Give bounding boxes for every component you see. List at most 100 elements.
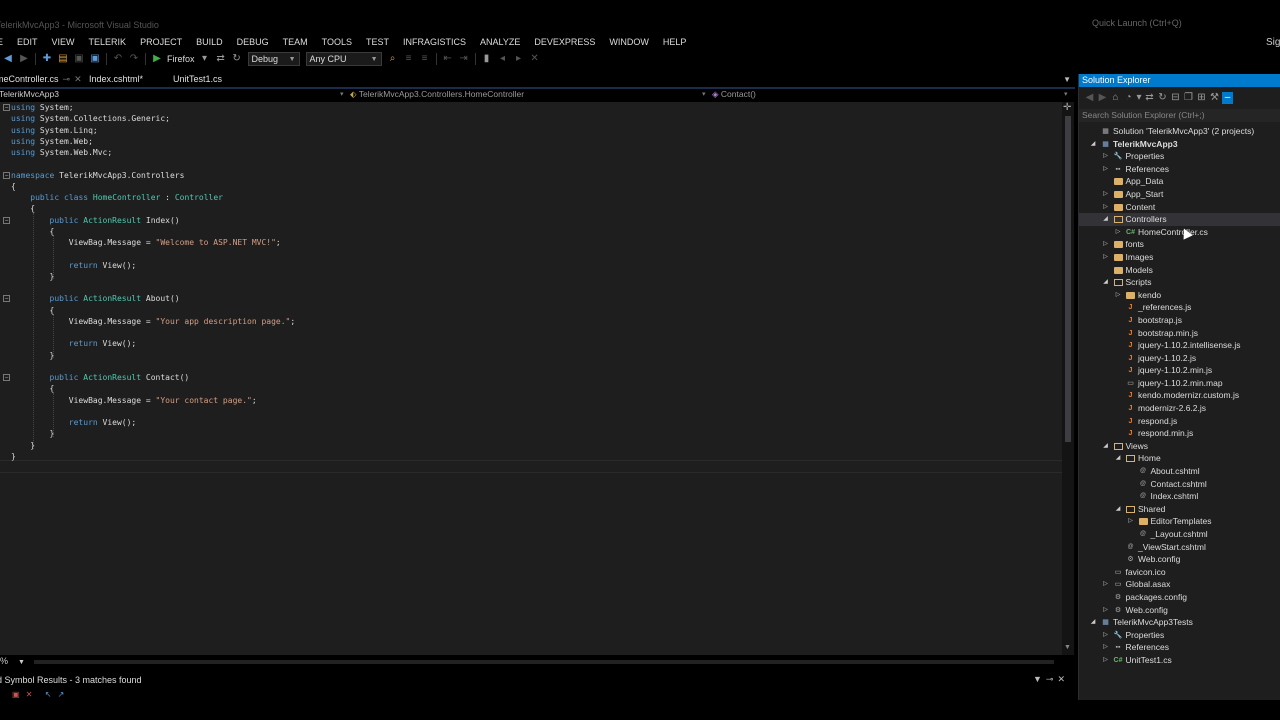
tab-index-cshtml[interactable]: Index.cshtml* bbox=[89, 74, 143, 84]
expand-arrow-icon[interactable]: ▷ bbox=[1102, 188, 1110, 201]
close-icon[interactable]: ✕ bbox=[1057, 674, 1069, 684]
tree-item[interactable]: ▷ ⚙ Web.config bbox=[1079, 604, 1280, 617]
menu-build[interactable]: BUILD bbox=[189, 37, 230, 47]
start-debugging-icon[interactable]: ▶ bbox=[151, 53, 163, 65]
tree-item[interactable]: Jmodernizr-2.6.2.js bbox=[1079, 402, 1280, 415]
code-line[interactable] bbox=[0, 158, 1062, 169]
properties-icon[interactable]: ⚒ bbox=[1209, 92, 1220, 104]
tree-item[interactable]: ▷ ▪▪ References bbox=[1079, 641, 1280, 654]
outdent-icon[interactable]: ⇤ bbox=[442, 53, 454, 65]
tree-item[interactable]: @ About.cshtml bbox=[1079, 465, 1280, 478]
home-icon[interactable]: ⌂ bbox=[1110, 92, 1121, 104]
project-dropdown[interactable]: TelerikMvcApp3 bbox=[0, 89, 59, 99]
expand-arrow-icon[interactable]: ▷ bbox=[1102, 641, 1110, 654]
tree-item[interactable]: ▷ Content bbox=[1079, 201, 1280, 214]
tree-item[interactable]: ▷ 🔧 Properties bbox=[1079, 150, 1280, 163]
tree-item[interactable]: Models bbox=[1079, 264, 1280, 277]
menu-tools[interactable]: TOOLS bbox=[315, 37, 359, 47]
code-line[interactable]: − public ActionResult Contact() bbox=[0, 372, 1062, 383]
menu-window[interactable]: WINDOW bbox=[602, 37, 656, 47]
show-all-files-icon[interactable]: ❐ bbox=[1183, 92, 1194, 104]
tree-item[interactable]: App_Data bbox=[1079, 175, 1280, 188]
tree-item[interactable]: ▷ ▭ Global.asax bbox=[1079, 578, 1280, 591]
chevron-down-icon[interactable]: ▾ bbox=[199, 53, 211, 65]
split-icon[interactable]: ✛ bbox=[1063, 102, 1071, 113]
code-line[interactable]: } bbox=[0, 440, 1062, 451]
collapse-icon[interactable]: − bbox=[3, 171, 10, 179]
menu-team[interactable]: TEAM bbox=[276, 37, 315, 47]
goto-icon[interactable]: ↖ bbox=[45, 690, 52, 699]
bookmark-icon[interactable]: ▮ bbox=[481, 53, 493, 65]
panel-controls[interactable]: ▼⊸✕ bbox=[1033, 674, 1069, 685]
tree-item[interactable]: Jrespond.min.js bbox=[1079, 427, 1280, 440]
chevron-down-icon[interactable]: ▼ bbox=[1033, 674, 1046, 684]
comment-icon[interactable]: ≡ bbox=[403, 53, 415, 65]
sync-icon[interactable]: ⇄ bbox=[1144, 92, 1155, 104]
back-icon[interactable]: ◀ bbox=[2, 53, 14, 65]
code-line[interactable]: − public ActionResult About() bbox=[0, 293, 1062, 304]
tree-item[interactable]: ▷ ▪▪ References bbox=[1079, 163, 1280, 176]
expand-arrow-icon[interactable]: ▷ bbox=[1127, 515, 1135, 528]
collapse-arrow-icon[interactable]: ◢ bbox=[1102, 276, 1110, 289]
tree-item[interactable]: ▷ C# UnitTest1.cs bbox=[1079, 654, 1280, 667]
tree-item[interactable]: Jjquery-1.10.2.js bbox=[1079, 352, 1280, 365]
next-bookmark-icon[interactable]: ▸ bbox=[513, 53, 525, 65]
code-line[interactable]: return View(); bbox=[0, 260, 1062, 271]
code-line[interactable]: } bbox=[0, 350, 1062, 361]
code-line[interactable]: } bbox=[0, 271, 1062, 282]
menu-test[interactable]: TEST bbox=[359, 37, 396, 47]
find-in-files-icon[interactable]: ⌕ bbox=[387, 53, 399, 65]
refresh-icon[interactable]: ↻ bbox=[1157, 92, 1168, 104]
code-line[interactable] bbox=[0, 248, 1062, 259]
collapse-icon[interactable]: − bbox=[3, 295, 10, 303]
save-all-icon[interactable]: ▣ bbox=[89, 53, 101, 65]
tree-item[interactable]: Jjquery-1.10.2.min.js bbox=[1079, 364, 1280, 377]
remove-icon[interactable]: ✕ bbox=[26, 690, 33, 699]
menu-view[interactable]: VIEW bbox=[45, 37, 82, 47]
expand-arrow-icon[interactable]: ▷ bbox=[1102, 150, 1110, 163]
tree-item[interactable]: ▭ jquery-1.10.2.min.map bbox=[1079, 377, 1280, 390]
code-line[interactable] bbox=[0, 406, 1062, 417]
back-icon[interactable]: ◀ bbox=[1084, 92, 1095, 104]
save-icon[interactable]: ▣ bbox=[73, 53, 85, 65]
clear-bookmarks-icon[interactable]: ✕ bbox=[529, 53, 541, 65]
expand-arrow-icon[interactable]: ▷ bbox=[1102, 654, 1110, 667]
pin-icon[interactable]: ⊸ bbox=[63, 74, 71, 84]
collapse-icon[interactable]: − bbox=[3, 374, 10, 381]
collapse-arrow-icon[interactable]: ◢ bbox=[1089, 616, 1097, 629]
code-line[interactable]: { bbox=[0, 383, 1062, 394]
tree-item[interactable]: ⚙ Web.config bbox=[1079, 553, 1280, 566]
collapse-icon[interactable]: − bbox=[3, 104, 10, 111]
chevron-down-icon[interactable]: ▾ bbox=[1136, 92, 1142, 104]
open-file-icon[interactable]: ▤ bbox=[57, 53, 69, 65]
goto-next-icon[interactable]: ↗ bbox=[58, 690, 65, 699]
code-line[interactable]: − namespace TelerikMvcApp3.Controllers bbox=[0, 170, 1062, 181]
collapse-arrow-icon[interactable]: ◢ bbox=[1102, 213, 1110, 226]
tree-item[interactable]: @ Index.cshtml bbox=[1079, 490, 1280, 503]
code-line[interactable] bbox=[0, 327, 1062, 338]
tree-item[interactable]: ◢ Home bbox=[1079, 452, 1280, 465]
member-dropdown[interactable]: ◈ Contact() bbox=[712, 89, 756, 100]
configuration-select[interactable]: Debug ▼ bbox=[247, 52, 300, 66]
undo-icon[interactable]: ↶ bbox=[112, 53, 124, 65]
collapse-arrow-icon[interactable]: ◢ bbox=[1114, 503, 1122, 516]
code-line[interactable]: − public ActionResult Index() bbox=[0, 215, 1062, 226]
tree-item[interactable]: ▷ 🔧 Properties bbox=[1079, 629, 1280, 642]
code-line[interactable]: } bbox=[0, 451, 1062, 462]
tree-item[interactable]: Jbootstrap.min.js bbox=[1079, 327, 1280, 340]
chevron-down-icon[interactable]: ▼ bbox=[1063, 75, 1071, 84]
expand-arrow-icon[interactable]: ▷ bbox=[1102, 604, 1110, 617]
solution-explorer-search-input[interactable]: Search Solution Explorer (Ctrl+;) bbox=[1079, 109, 1280, 122]
tree-item[interactable]: ◢ Controllers bbox=[1079, 213, 1280, 226]
code-text[interactable]: − using System; using System.Collections.G… bbox=[0, 102, 1062, 462]
expand-arrow-icon[interactable]: ▷ bbox=[1102, 629, 1110, 642]
menu-project[interactable]: PROJECT bbox=[133, 37, 189, 47]
expand-arrow-icon[interactable]: ▷ bbox=[1102, 201, 1110, 214]
expand-arrow-icon[interactable]: ▷ bbox=[1114, 289, 1122, 302]
expand-arrow-icon[interactable]: ▷ bbox=[1102, 578, 1110, 591]
tree-item[interactable]: ▷ Images bbox=[1079, 251, 1280, 264]
code-line[interactable] bbox=[0, 282, 1062, 293]
code-line[interactable]: return View(); bbox=[0, 338, 1062, 349]
tree-item[interactable]: ▷ EditorTemplates bbox=[1079, 515, 1280, 528]
quick-launch-input[interactable]: Quick Launch (Ctrl+Q) bbox=[1092, 18, 1182, 28]
